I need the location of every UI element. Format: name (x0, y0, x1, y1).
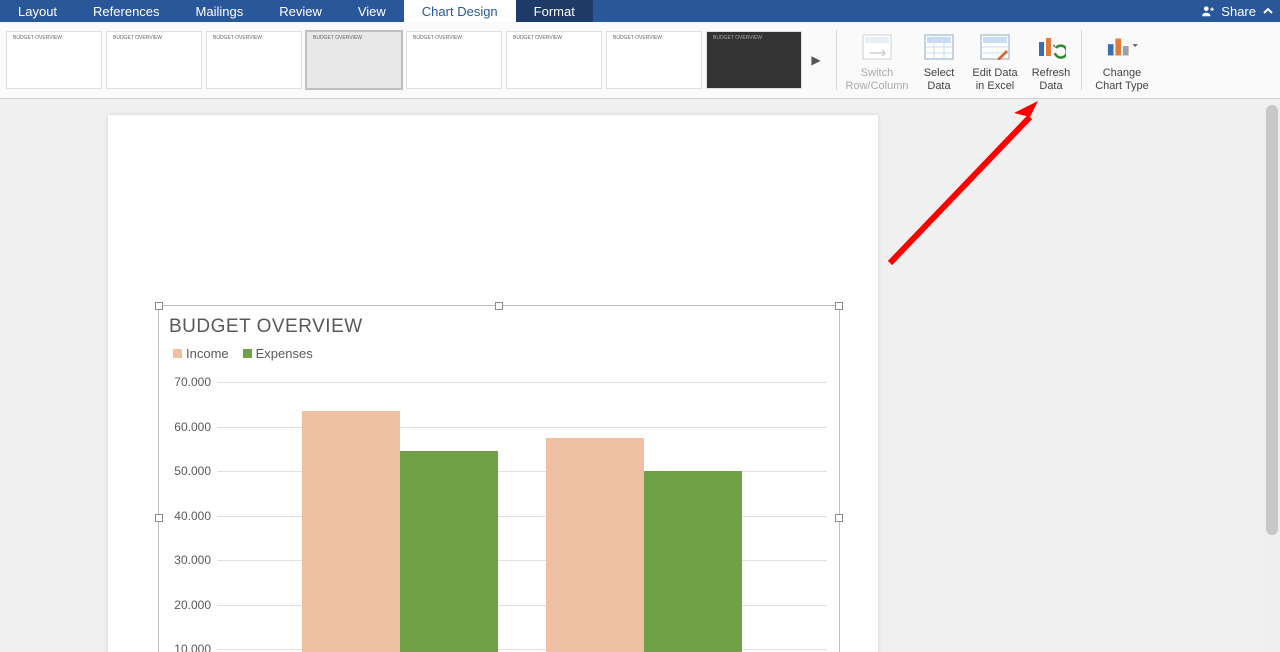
y-tick-label: 50.000 (174, 464, 211, 478)
y-tick-label: 60.000 (174, 420, 211, 434)
scrollbar-thumb[interactable] (1266, 105, 1278, 535)
chart-style-7[interactable]: BUDGET OVERVIEW (606, 31, 702, 89)
legend-label-expenses: Expenses (256, 346, 313, 361)
select-data-button[interactable]: Select Data (911, 27, 967, 93)
legend-swatch-income (173, 349, 182, 358)
chart-object[interactable]: BUDGET OVERVIEW Income Expenses 010.0002… (158, 305, 840, 652)
y-tick-label: 20.000 (174, 598, 211, 612)
bar-group (546, 438, 742, 652)
chart-style-3[interactable]: BUDGET OVERVIEW (206, 31, 302, 89)
select-data-icon (923, 31, 955, 63)
resize-handle[interactable] (155, 302, 163, 310)
chart-style-2[interactable]: BUDGET OVERVIEW (106, 31, 202, 89)
tab-format[interactable]: Format (516, 0, 593, 22)
ribbon-separator (1081, 30, 1082, 90)
legend-label-income: Income (186, 346, 229, 361)
chart-style-5[interactable]: BUDGET OVERVIEW (406, 31, 502, 89)
tab-references[interactable]: References (75, 0, 177, 22)
share-label[interactable]: Share (1221, 4, 1256, 19)
collapse-ribbon-icon[interactable] (1262, 5, 1274, 17)
refresh-data-button[interactable]: Refresh Data (1023, 27, 1079, 93)
chart-style-8[interactable]: BUDGET OVERVIEW (706, 31, 802, 89)
resize-handle[interactable] (835, 514, 843, 522)
bar[interactable] (302, 411, 400, 652)
ribbon-separator (836, 30, 837, 90)
ribbon-toolbar: BUDGET OVERVIEW BUDGET OVERVIEW BUDGET O… (0, 22, 1280, 99)
bar[interactable] (400, 451, 498, 652)
y-tick-label: 10.000 (174, 642, 211, 652)
share-icon[interactable] (1201, 4, 1215, 18)
bar-group (302, 411, 498, 652)
chart-legend[interactable]: Income Expenses (173, 346, 313, 361)
bar[interactable] (546, 438, 644, 652)
chart-title[interactable]: BUDGET OVERVIEW (169, 316, 363, 338)
resize-handle[interactable] (155, 514, 163, 522)
tab-view[interactable]: View (340, 0, 404, 22)
change-chart-type-button[interactable]: Change Chart Type (1088, 27, 1156, 93)
tab-mailings[interactable]: Mailings (178, 0, 262, 22)
tab-review[interactable]: Review (261, 0, 340, 22)
bar[interactable] (644, 471, 742, 652)
tab-chart-design[interactable]: Chart Design (404, 0, 516, 22)
switch-row-column-icon (861, 31, 893, 63)
chart-style-1[interactable]: BUDGET OVERVIEW (6, 31, 102, 89)
edit-data-in-excel-button[interactable]: Edit Data in Excel (967, 27, 1023, 93)
chart-styles-gallery: BUDGET OVERVIEW BUDGET OVERVIEW BUDGET O… (6, 31, 834, 89)
edit-data-excel-icon (979, 31, 1011, 63)
chart-style-4[interactable]: BUDGET OVERVIEW (306, 31, 402, 89)
more-chart-styles[interactable]: ▶ (806, 31, 826, 89)
document-area: BUDGET OVERVIEW Income Expenses 010.0002… (0, 99, 1280, 652)
resize-handle[interactable] (835, 302, 843, 310)
switch-row-column-button[interactable]: Switch Row/Column (843, 27, 911, 93)
tab-layout[interactable]: Layout (0, 0, 75, 22)
refresh-data-icon (1035, 31, 1067, 63)
vertical-scrollbar[interactable] (1264, 99, 1280, 652)
y-tick-label: 40.000 (174, 509, 211, 523)
resize-handle[interactable] (495, 302, 503, 310)
change-chart-type-icon (1106, 31, 1138, 63)
ribbon-tabs: Layout References Mailings Review View C… (0, 0, 1280, 22)
annotation-arrow (880, 99, 1060, 273)
gridline (217, 382, 827, 383)
y-tick-label: 70.000 (174, 375, 211, 389)
chart-plot-area[interactable]: 010.00020.00030.00040.00050.00060.00070.… (217, 382, 827, 652)
chart-style-6[interactable]: BUDGET OVERVIEW (506, 31, 602, 89)
legend-swatch-expenses (243, 349, 252, 358)
y-tick-label: 30.000 (174, 553, 211, 567)
